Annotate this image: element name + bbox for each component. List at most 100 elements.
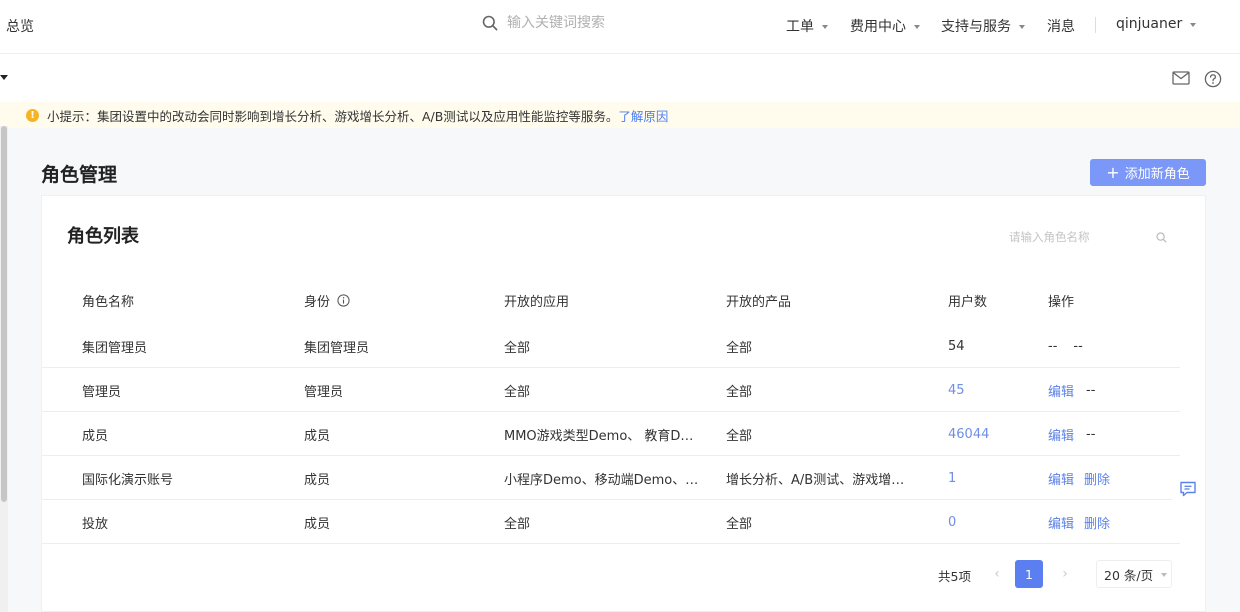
cell-users-link[interactable]: 46044 <box>948 412 989 456</box>
chevron-right-icon[interactable]: › <box>1055 564 1075 584</box>
action-placeholder: -- <box>1086 426 1096 442</box>
top-navbar: 总览 工单 费用中心 支持与服务 消息 qinjuaner <box>0 0 1240 54</box>
nav-messages-label: 消息 <box>1047 19 1075 35</box>
global-search[interactable] <box>482 15 667 31</box>
global-search-input[interactable] <box>507 15 667 31</box>
page-title: 角色管理 <box>41 164 118 186</box>
cell-users: 54 <box>948 338 965 354</box>
cell-actions: 编辑 删除 <box>1048 456 1110 500</box>
cell-products: 全部 <box>726 428 753 444</box>
notice-learn-more-link[interactable]: 了解原因 <box>618 106 668 125</box>
cell-users-link[interactable]: 1 <box>948 456 956 500</box>
cell-role-name: 国际化演示账号 <box>82 472 174 488</box>
cell-products: 全部 <box>726 340 753 356</box>
caret-down-icon <box>1019 24 1025 29</box>
notice-banner: ! 小提示：集团设置中的改动会同时影响到增长分析、游戏增长分析、A/B测试以及应… <box>0 102 1240 128</box>
cell-identity: 集团管理员 <box>304 340 370 356</box>
column-header-identity: 身份 <box>304 278 350 322</box>
nav-billing[interactable]: 费用中心 <box>850 16 920 36</box>
add-role-button-label: 添加新角色 <box>1124 167 1190 182</box>
edit-role-link[interactable]: 编辑 <box>1048 513 1074 532</box>
cell-products: 全部 <box>726 516 753 532</box>
nav-tickets-label: 工单 <box>786 19 814 35</box>
scrollbar[interactable] <box>0 126 8 612</box>
table-row: 管理员 管理员 全部 全部 45 编辑 -- <box>42 368 1180 412</box>
edit-role-link[interactable]: 编辑 <box>1048 381 1074 400</box>
delete-role-link[interactable]: 删除 <box>1084 513 1110 532</box>
user-name: qinjuaner <box>1116 16 1183 32</box>
cell-actions: 编辑 -- <box>1048 368 1095 412</box>
cell-actions: 编辑 -- <box>1048 412 1095 456</box>
search-icon[interactable] <box>1156 231 1167 243</box>
cell-identity: 成员 <box>304 516 331 532</box>
nav-overview[interactable]: 总览 <box>6 16 34 36</box>
column-header-users: 用户数 <box>948 294 988 310</box>
role-search-input[interactable] <box>1009 230 1149 244</box>
user-menu[interactable]: qinjuaner <box>1116 16 1197 32</box>
cell-apps: 全部 <box>504 340 531 356</box>
table-row: 集团管理员 集团管理员 全部 全部 54 -- -- <box>42 324 1180 368</box>
page-size-label: 20 条/页 <box>1104 567 1154 583</box>
plus-icon: + <box>1106 162 1120 182</box>
caret-down-icon <box>914 24 920 29</box>
add-role-button[interactable]: + 添加新角色 <box>1090 159 1206 186</box>
action-placeholder: -- <box>1073 338 1083 354</box>
cell-apps: MMO游戏类型Demo、 教育D… <box>504 428 694 444</box>
edit-role-link[interactable]: 编辑 <box>1048 469 1074 488</box>
role-list-card: 角色列表 角色名称 身份 开放的应用 开放的产品 用户数 操作 集团管理员 集团… <box>41 195 1206 612</box>
nav-divider <box>1095 17 1096 33</box>
column-header-role-name: 角色名称 <box>82 294 135 310</box>
column-header-actions: 操作 <box>1048 294 1075 310</box>
nav-messages[interactable]: 消息 <box>1047 16 1075 36</box>
info-icon[interactable] <box>337 293 350 307</box>
cell-role-name: 投放 <box>82 516 109 532</box>
scrollbar-thumb[interactable] <box>1 126 7 502</box>
warning-icon: ! <box>26 108 39 122</box>
cell-actions: -- -- <box>1048 324 1083 368</box>
delete-role-link[interactable]: 删除 <box>1084 469 1110 488</box>
cell-role-name: 管理员 <box>82 384 122 400</box>
cell-apps: 小程序Demo、移动端Demo、… <box>504 472 699 488</box>
nav-tickets[interactable]: 工单 <box>786 16 828 36</box>
mail-icon[interactable] <box>1172 71 1190 85</box>
pagination-total: 共5项 <box>938 569 971 584</box>
nav-billing-label: 费用中心 <box>850 19 906 35</box>
cell-identity: 成员 <box>304 428 331 444</box>
cell-products: 增长分析、A/B测试、游戏增… <box>726 472 905 488</box>
cell-role-name: 集团管理员 <box>82 340 148 356</box>
nav-support-label: 支持与服务 <box>941 19 1011 35</box>
help-icon[interactable] <box>1204 70 1222 88</box>
cell-users-link[interactable]: 0 <box>948 500 956 544</box>
table-row: 投放 成员 全部 全部 0 编辑 删除 <box>42 500 1180 544</box>
pagination: 共5项 ‹ 1 › 20 条/页 <box>42 560 1180 588</box>
cell-products: 全部 <box>726 384 753 400</box>
cell-identity: 成员 <box>304 472 331 488</box>
table-header: 角色名称 身份 开放的应用 开放的产品 用户数 操作 <box>42 278 1180 322</box>
edit-role-link[interactable]: 编辑 <box>1048 425 1074 444</box>
role-list-title: 角色列表 <box>67 226 139 247</box>
nav-support[interactable]: 支持与服务 <box>941 16 1025 36</box>
action-placeholder: -- <box>1048 338 1058 354</box>
page-size-select[interactable]: 20 条/页 <box>1096 560 1172 588</box>
cell-users-link[interactable]: 45 <box>948 368 965 412</box>
caret-down-icon <box>822 24 828 29</box>
caret-down-icon <box>1190 22 1197 27</box>
role-search[interactable] <box>997 222 1177 252</box>
chevron-left-icon[interactable]: ‹ <box>987 564 1007 584</box>
table-row: 成员 成员 MMO游戏类型Demo、 教育D… 全部 46044 编辑 -- <box>42 412 1180 456</box>
page-button-current[interactable]: 1 <box>1015 560 1043 588</box>
caret-down-icon <box>1161 572 1168 577</box>
cell-apps: 全部 <box>504 516 531 532</box>
feedback-button[interactable] <box>1172 466 1204 512</box>
column-header-identity-label: 身份 <box>304 294 331 310</box>
cell-role-name: 成员 <box>82 428 109 444</box>
chat-icon <box>1180 481 1196 497</box>
table-row: 国际化演示账号 成员 小程序Demo、移动端Demo、… 增长分析、A/B测试、… <box>42 456 1180 500</box>
dropdown-triangle-icon[interactable] <box>0 75 8 80</box>
column-header-apps: 开放的应用 <box>504 294 570 310</box>
notice-text: 小提示：集团设置中的改动会同时影响到增长分析、游戏增长分析、A/B测试以及应用性… <box>47 108 619 124</box>
cell-apps: 全部 <box>504 384 531 400</box>
sub-header <box>0 55 1240 103</box>
cell-actions: 编辑 删除 <box>1048 500 1110 544</box>
cell-identity: 管理员 <box>304 384 344 400</box>
